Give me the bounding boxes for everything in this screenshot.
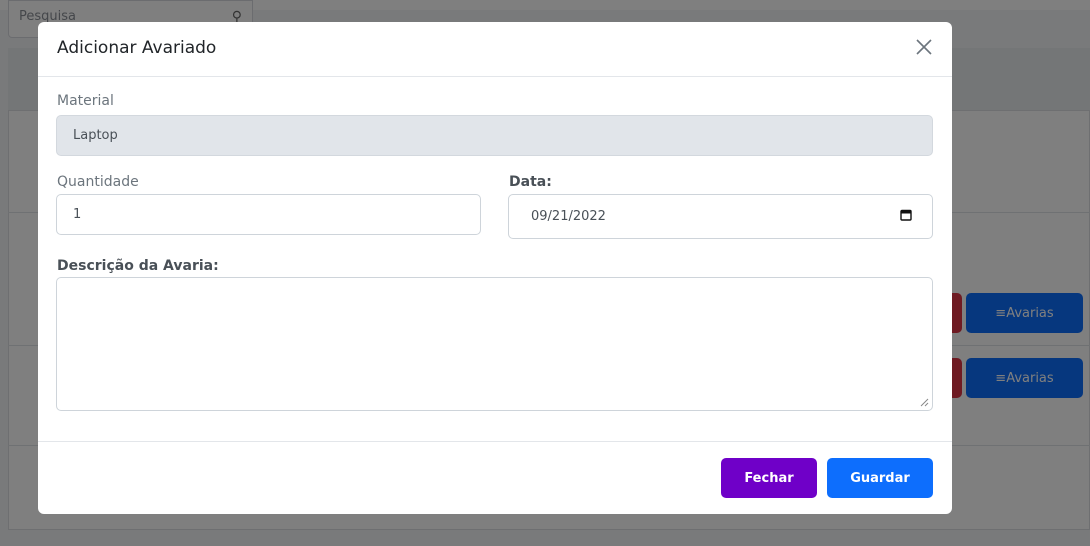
add-damage-modal: Adicionar Avariado Material Laptop Quant…	[38, 22, 952, 514]
date-label: Data:	[509, 174, 552, 190]
date-value: 09/21/2022	[531, 209, 606, 224]
close-button-label: Fechar	[744, 470, 794, 486]
description-textarea[interactable]	[56, 277, 933, 411]
date-field[interactable]: 09/21/2022	[508, 194, 933, 239]
description-label: Descrição da Avaria:	[57, 258, 219, 274]
material-value: Laptop	[73, 128, 118, 143]
modal-footer-divider	[38, 441, 952, 442]
material-field: Laptop	[56, 115, 933, 156]
material-label: Material	[57, 93, 114, 109]
resize-grip-icon[interactable]	[919, 397, 929, 407]
save-button-label: Guardar	[850, 470, 910, 486]
close-icon[interactable]	[912, 35, 936, 59]
calendar-icon[interactable]	[900, 209, 912, 221]
quantity-field[interactable]: 1	[56, 194, 481, 235]
save-button[interactable]: Guardar	[827, 458, 933, 498]
quantity-label: Quantidade	[57, 174, 139, 190]
quantity-value: 1	[73, 207, 82, 222]
modal-title: Adicionar Avariado	[57, 38, 217, 58]
modal-header: Adicionar Avariado	[38, 22, 952, 77]
close-button[interactable]: Fechar	[721, 458, 817, 498]
